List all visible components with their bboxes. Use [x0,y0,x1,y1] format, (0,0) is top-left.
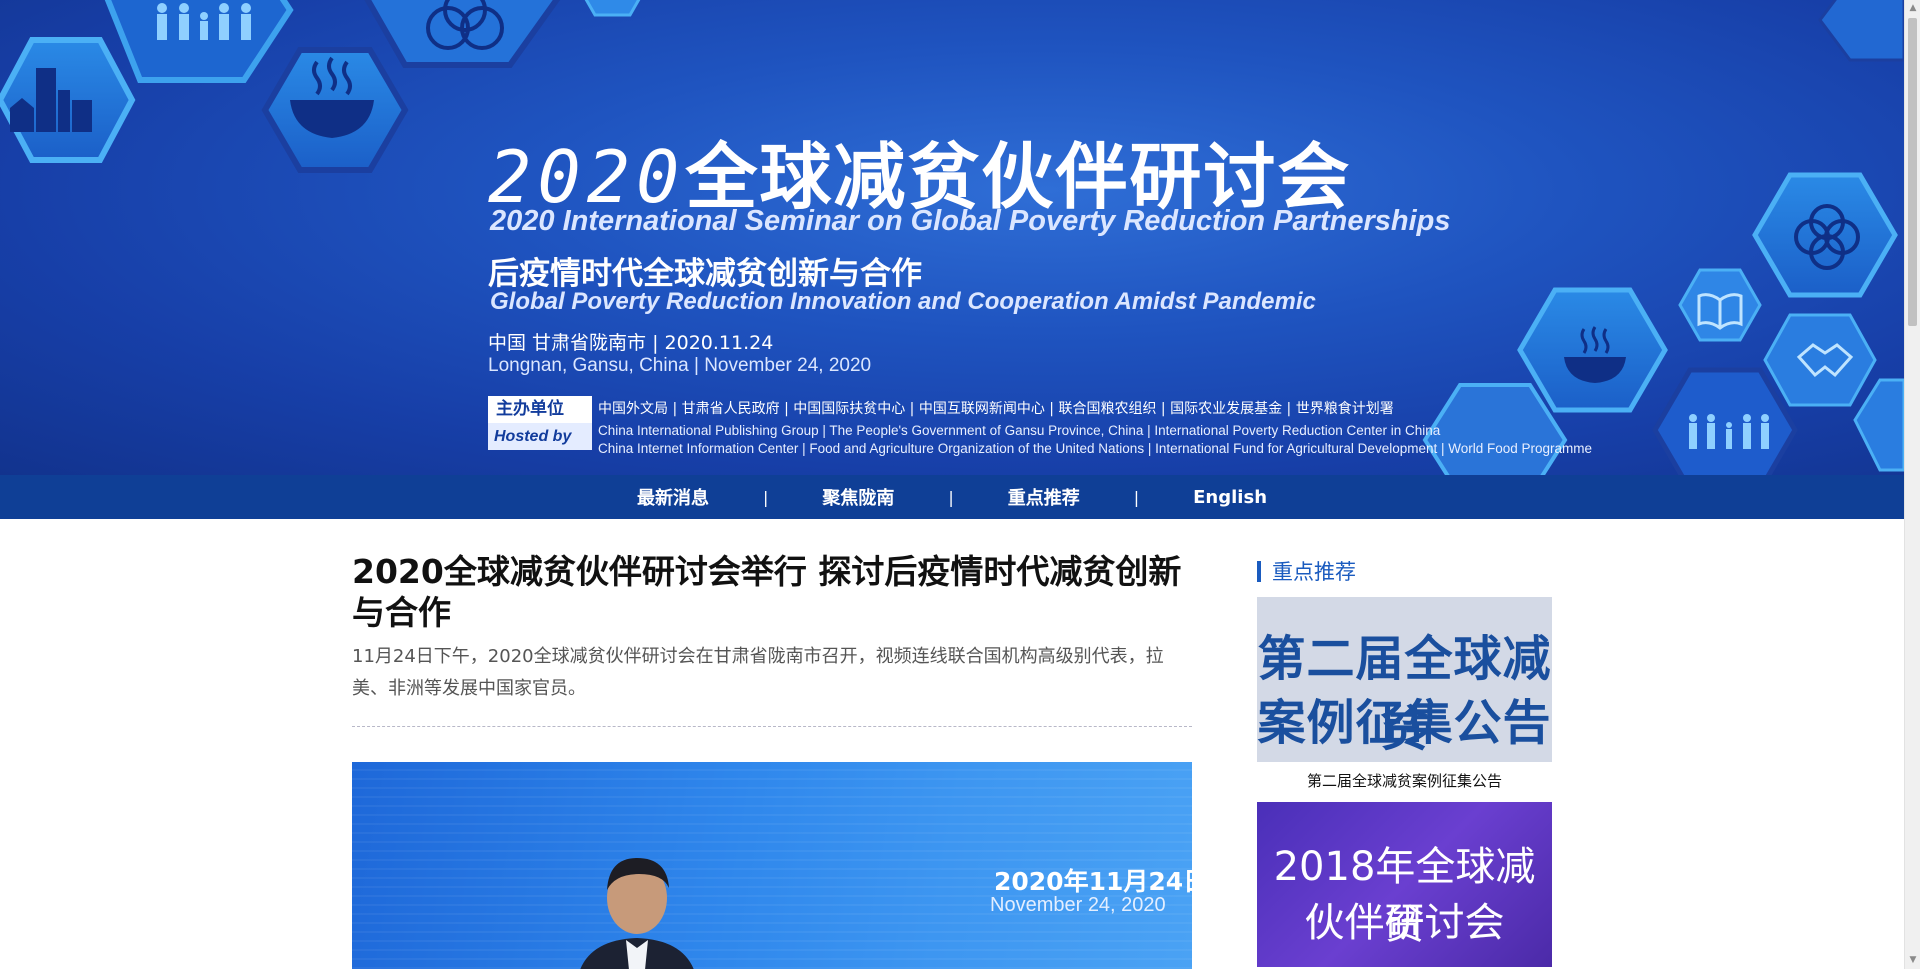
hosts-cn: 中国外文局 | 甘肃省人民政府 | 中国国际扶贫中心 | 中国互联网新闻中心 |… [598,401,1394,417]
family-icon [157,3,251,40]
promo2-line2: 伙伴研讨会 [1304,900,1505,946]
nav-latest-news[interactable]: 最新消息 [623,484,723,510]
hero-date-cn: 2020年11月24日 [994,867,1192,896]
rings-icon [1794,204,1860,270]
banner-subtitle-en: Global Poverty Reduction Innovation and … [490,288,1316,315]
page-scrollbar[interactable]: ▲ ▼ [1904,0,1920,969]
sidebar-heading: 重点推荐 [1257,556,1356,586]
promo-case-collection[interactable]: 第二届全球减贫 案例征集公告 [1257,597,1552,762]
promo-2018-seminar[interactable]: 2018年全球减贫 伙伴研讨会 [1257,802,1552,967]
hero-date-en: November 24, 2020 [990,894,1166,916]
hosts-en-line1: China International Publishing Group | T… [598,423,1441,438]
banner-place-en: Longnan, Gansu, China | November 24, 202… [488,355,872,376]
book-icon [1697,293,1743,330]
banner-place-cn: 中国 甘肃省陇南市 | 2020.11.24 [488,332,774,354]
sidebar-heading-text: 重点推荐 [1272,560,1356,584]
sidebar-heading-marker [1257,560,1261,582]
article-title[interactable]: 2020全球减贫伙伴研讨会举行 探讨后疫情时代减贫创新与合作 [352,551,1192,633]
banner-title-en: 2020 International Seminar on Global Pov… [490,205,1451,237]
nav-focus-longnan[interactable]: 聚焦陇南 [808,484,908,510]
nav-separator: | [762,487,769,507]
hosted-by-badge: 主办单位 Hosted by [488,396,592,450]
nav-separator: | [1133,487,1140,507]
promo1-caption[interactable]: 第二届全球减贫案例征集公告 [1257,770,1552,791]
speaker-figure [580,858,694,969]
building-icon [10,68,92,132]
family-icon [1689,414,1769,449]
hosted-by-cn: 主办单位 [488,396,592,423]
nav-english[interactable]: English [1179,487,1281,508]
main-nav: 最新消息 | 聚焦陇南 | 重点推荐 | English [0,475,1904,519]
hosts-en-line2: China Internet Information Center | Food… [598,441,1593,456]
article-summary: 11月24日下午，2020全球减贫伙伴研讨会在甘肃省陇南市召开，视频连线联合国机… [352,646,1164,699]
bowl-icon [290,56,374,138]
scroll-thumb[interactable] [1908,18,1917,326]
scroll-up-arrow-icon[interactable]: ▲ [1905,0,1920,17]
handshake-icon [1796,343,1854,378]
scroll-down-arrow-icon[interactable]: ▼ [1905,952,1920,969]
hosted-by-en: Hosted by [488,423,592,450]
article-hero-image[interactable]: 2020年11月24日 November 24, 2020 [352,762,1192,969]
nav-featured[interactable]: 重点推荐 [994,484,1094,510]
banner-subtitle-cn: 后疫情时代全球减贫创新与合作 [488,256,922,292]
bowl-icon [1564,326,1626,383]
nav-separator: | [948,487,954,507]
rings-icon [426,0,504,50]
promo1-line2: 案例征集公告 [1257,695,1552,751]
article-divider [352,726,1192,727]
header-banner: 2020全球减贫伙伴研讨会 2020 International Seminar… [0,0,1904,475]
